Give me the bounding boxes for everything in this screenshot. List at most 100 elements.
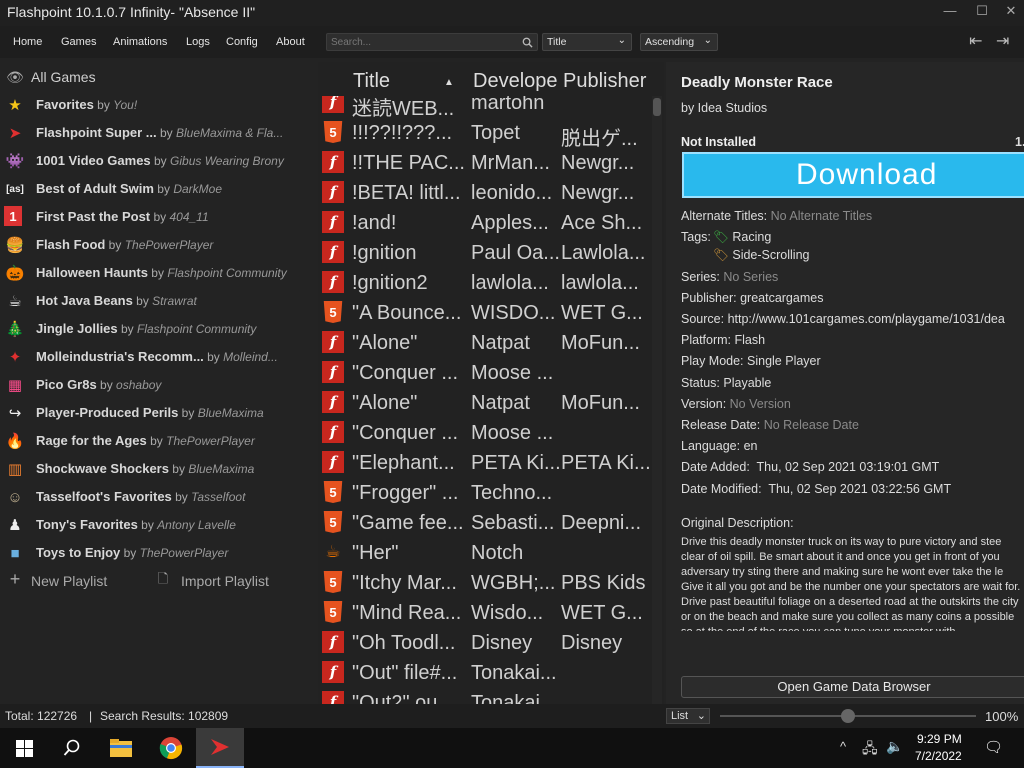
playlist-item[interactable]: ➤ Flashpoint Super ... by BlueMaxima & Fl… (4, 120, 314, 144)
playlist-author: 404_11 (169, 210, 209, 224)
column-publisher[interactable]: Publisher (563, 70, 646, 93)
game-row[interactable]: f !BETA! littl... leonido... Newgr... (318, 178, 652, 208)
game-row[interactable]: f "Elephant... PETA Ki... PETA Ki... (318, 448, 652, 478)
game-developer-cell: Notch (471, 542, 524, 564)
game-row[interactable]: 5 "Itchy Mar... WGBH;... PBS Kids (318, 568, 652, 598)
search-input[interactable] (331, 35, 511, 49)
playlist-item[interactable]: 1 First Past the Post by 404_11 (4, 204, 314, 228)
volume-icon[interactable]: 🔈 (886, 738, 903, 755)
status-separator: | (89, 709, 93, 723)
game-row[interactable]: 5 "Mind Rea... Wisdo... WET G... (318, 598, 652, 628)
game-title-cell: "Itchy Mar... (352, 572, 457, 594)
game-title-cell: "Frogger" ... (352, 482, 459, 504)
flash-platform-icon: f (322, 181, 344, 203)
game-row[interactable]: f "Conquer ... Moose ... (318, 358, 652, 388)
playlist-item[interactable]: 🍔 Flash Food by ThePowerPlayer (4, 232, 314, 256)
column-developer[interactable]: Develope (473, 70, 561, 93)
game-row[interactable]: ☕ "Her" Notch (318, 538, 652, 568)
zoom-slider-thumb[interactable] (841, 709, 855, 723)
game-title-cell: "Oh Toodl... (352, 632, 456, 654)
alternate-titles-row: Alternate Titles: No Alternate Titles (681, 209, 873, 223)
all-games-item[interactable]: 👁 All Games (4, 64, 314, 88)
tony-icon: ♟ (8, 517, 22, 534)
network-icon[interactable]: 🖧 (862, 738, 878, 762)
file-explorer-button[interactable] (97, 728, 145, 768)
view-mode-select[interactable]: List ⌄ (666, 708, 710, 724)
taskbar-search-button[interactable] (48, 728, 96, 768)
open-game-data-browser-button[interactable]: Open Game Data Browser (681, 676, 1024, 698)
playlist-item[interactable]: ▦ Pico Gr8s by oshaboy (4, 372, 314, 396)
game-row[interactable]: 5 "A Bounce... WISDO... WET G... (318, 298, 652, 328)
game-row[interactable]: f "Alone" Natpat MoFun... (318, 328, 652, 358)
playlist-item[interactable]: ↪ Player-Produced Perils by BlueMaxima (4, 400, 314, 424)
menu-animations[interactable]: Animations (113, 36, 167, 48)
menu-home[interactable]: Home (13, 36, 42, 48)
playlist-item[interactable]: [as] Best of Adult Swim by DarkMoe (4, 176, 314, 200)
game-row[interactable]: 5!!!??!!???... Topet 脱出ゲ... (318, 118, 652, 150)
minimize-icon[interactable]: — (940, 3, 960, 21)
game-list-scrollbar[interactable] (652, 96, 662, 708)
collapse-right-icon[interactable]: ⇥ (996, 31, 1009, 51)
playlist-author: ThePowerPlayer (124, 238, 214, 252)
playlist-item[interactable]: ♟ Tony's Favorites by Antony Lavelle (4, 512, 314, 536)
playlist-item[interactable]: ☺ Tasselfoot's Favorites by Tasselfoot (4, 484, 314, 508)
playlist-item[interactable]: 👾 1001 Video Games by Gibus Wearing Brony (4, 148, 314, 172)
chrome-button[interactable] (147, 728, 195, 768)
game-row[interactable]: 5 "Game fee... Sebasti... Deepni... (318, 508, 652, 538)
clock-date[interactable]: 7/2/2022 (915, 749, 962, 763)
column-title[interactable]: Title (353, 70, 390, 93)
playlist-item[interactable]: ☕ Hot Java Beans by Strawrat (4, 288, 314, 312)
menu-about[interactable]: About (276, 36, 305, 48)
game-row[interactable]: f "Oh Toodl... Disney Disney (318, 628, 652, 658)
game-row[interactable]: f !gnition2 lawlola... lawlola... (318, 268, 652, 298)
playlist-by-word: by (150, 210, 170, 224)
game-publisher-cell: PETA Ki... (561, 452, 651, 474)
playlist-item[interactable]: ▥ Shockwave Shockers by BlueMaxima (4, 456, 314, 480)
flashpoint-taskbar-button[interactable] (196, 728, 244, 768)
windows-taskbar: ^ 🖧 🔈 9:29 PM 7/2/2022 🗨 (0, 728, 1024, 768)
playlist-sidebar: 👁 All Games ★ Favorites by You! ➤ Flashpoin… (0, 62, 318, 702)
scrollbar-thumb[interactable] (653, 98, 661, 116)
playlist-item[interactable]: 🔥 Rage for the Ages by ThePowerPlayer (4, 428, 314, 452)
menu-games[interactable]: Games (61, 36, 96, 48)
start-button[interactable] (0, 728, 48, 768)
sort-order-select[interactable]: Ascending ⌄ (640, 33, 718, 51)
game-row[interactable]: f !gnition Paul Oa... Lawlola... (318, 238, 652, 268)
game-row[interactable]: f "Alone" Natpat MoFun... (318, 388, 652, 418)
html5-platform-icon: 5 (323, 301, 343, 323)
game-row[interactable]: 5 "Frogger" ... Techno... (318, 478, 652, 508)
sort-ascending-icon: ▲ (444, 77, 454, 88)
game-row[interactable]: f "Out" file#... Tonakai... (318, 658, 652, 688)
import-playlist-button[interactable]: 🗋 Import Playlist (152, 568, 312, 592)
show-hidden-icons-icon[interactable]: ^ (840, 739, 846, 754)
game-developer-cell: lawlola... (471, 272, 549, 294)
playlist-item[interactable]: ✦ Molleindustria's Recomm... by Molleind.… (4, 344, 314, 368)
playlist-item[interactable]: ■ Toys to Enjoy by ThePowerPlayer (4, 540, 314, 564)
tasselfoot-icon: ☺ (7, 488, 23, 506)
clock-time[interactable]: 9:29 PM (917, 732, 962, 746)
notification-icon[interactable]: 🗨 (984, 738, 1003, 756)
game-row[interactable]: f "Conquer ... Moose ... (318, 418, 652, 448)
tag-side-scrolling[interactable]: 🏷 Side-Scrolling (713, 248, 809, 263)
eye-icon: 👁 (6, 68, 24, 85)
playlist-name: Rage for the Ages by ThePowerPlayer (36, 433, 255, 448)
menu-logs[interactable]: Logs (186, 36, 210, 48)
download-button[interactable]: Download (682, 152, 1024, 198)
playlist-title: Molleindustria's Recomm... (36, 349, 204, 364)
game-title-cell: "A Bounce... (352, 302, 462, 324)
game-row[interactable]: f 迷読WEB... martohn (318, 96, 652, 120)
tag-racing[interactable]: 🏷 Racing (713, 230, 771, 245)
star-icon: ★ (8, 97, 22, 114)
collapse-left-icon[interactable]: ⇤ (969, 31, 982, 51)
game-row[interactable]: f !!THE PAC... MrMan... Newgr... (318, 148, 652, 178)
game-row[interactable]: f !and! Apples... Ace Sh... (318, 208, 652, 238)
playlist-item[interactable]: 🎃 Halloween Haunts by Flashpoint Communit… (4, 260, 314, 284)
sort-field-select[interactable]: Title ⌄ (542, 33, 632, 51)
playlist-item[interactable]: 🎄 Jingle Jollies by Flashpoint Community (4, 316, 314, 340)
search-icon[interactable] (522, 37, 533, 48)
menu-config[interactable]: Config (226, 36, 258, 48)
playlist-item[interactable]: ★ Favorites by You! (4, 92, 314, 116)
maximize-icon[interactable]: ☐ (972, 3, 992, 21)
close-icon[interactable]: ✕ (1001, 3, 1021, 21)
status-bar: Total: 122726 | Search Results: 102809 L… (0, 704, 1024, 728)
